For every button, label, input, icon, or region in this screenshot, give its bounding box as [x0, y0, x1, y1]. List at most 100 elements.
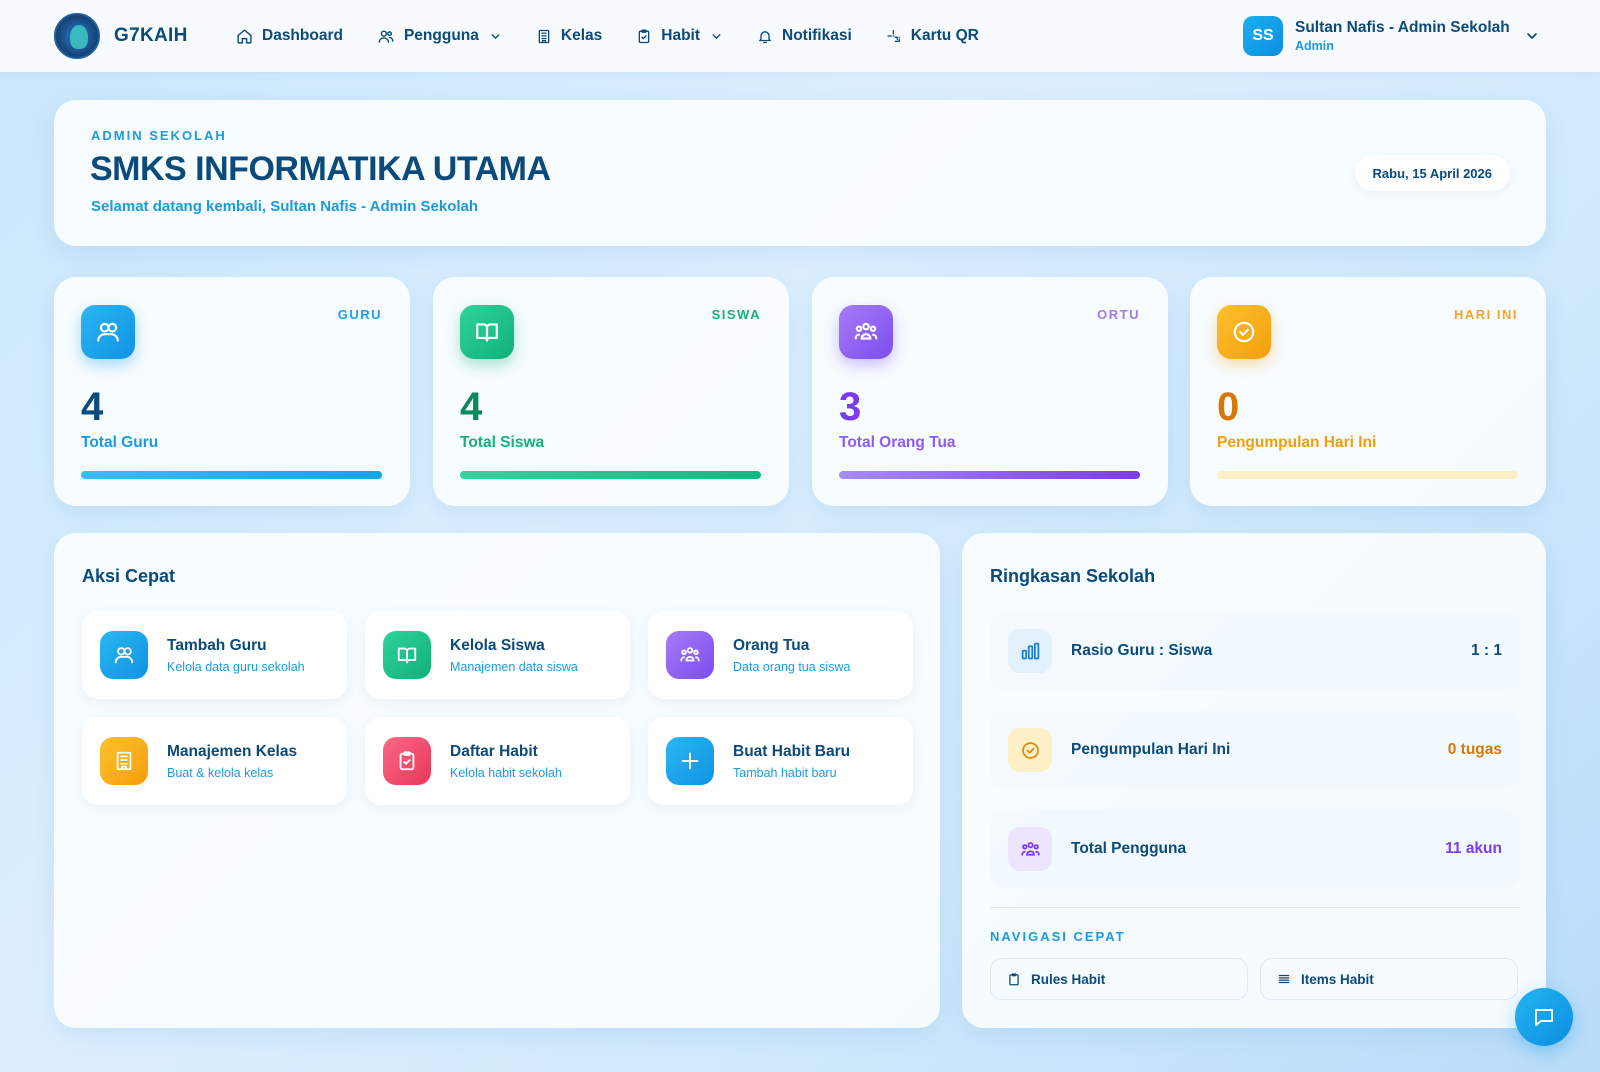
stat-progress-fill	[81, 471, 382, 479]
summary-label: Pengumpulan Hari Ini	[1071, 741, 1231, 758]
quick-action-title: Orang Tua	[733, 636, 810, 654]
nav-kartu-qr[interactable]: Kartu QR	[886, 27, 979, 45]
stat-progress-bar	[1217, 471, 1518, 479]
bar-chart-icon	[1008, 629, 1052, 673]
chevron-down-icon	[491, 33, 500, 39]
book-icon	[460, 305, 514, 359]
brand[interactable]: G7KAIH	[54, 13, 188, 59]
stat-label: Total Orang Tua	[839, 434, 956, 451]
nav-kelas[interactable]: Kelas	[536, 27, 602, 45]
stat-card-hari-ini: HARI INI 0 Pengumpulan Hari Ini	[1190, 277, 1546, 506]
nav-habit[interactable]: Habit	[636, 27, 723, 45]
stat-card-siswa: SISWA 4 Total Siswa	[433, 277, 789, 506]
summary-value: 0 tugas	[1447, 741, 1502, 758]
stat-progress-bar	[460, 471, 761, 479]
nav-kartu-qr-label: Kartu QR	[910, 27, 979, 44]
quick-action-subtitle: Data orang tua siswa	[733, 659, 851, 674]
quick-action-subtitle: Buat & kelola kelas	[167, 765, 274, 780]
avatar: SS	[1243, 16, 1283, 56]
stat-value: 0	[1217, 385, 1240, 429]
quick-action-subtitle: Tambah habit baru	[733, 765, 837, 780]
quick-action-daftar-habit[interactable]: Daftar Habit Kelola habit sekolah	[365, 717, 630, 805]
users-icon	[378, 29, 394, 43]
check-circle-icon	[1217, 305, 1271, 359]
stat-value: 4	[460, 385, 483, 429]
brand-name: G7KAIH	[114, 25, 188, 46]
school-summary-panel: Ringkasan Sekolah Rasio Guru : Siswa 1 :…	[962, 533, 1546, 1028]
chat-bubble-icon	[1535, 1009, 1553, 1026]
nav-notifikasi[interactable]: Notifikasi	[757, 27, 852, 45]
stat-card-ortu: ORTU 3 Total Orang Tua	[812, 277, 1168, 506]
family-icon	[1008, 827, 1052, 871]
book-icon	[383, 631, 431, 679]
summary-label: Total Pengguna	[1071, 840, 1187, 857]
chat-button[interactable]	[1515, 988, 1573, 1046]
quick-action-tambah-guru[interactable]: Tambah Guru Kelola data guru sekolah	[82, 611, 347, 699]
user-menu[interactable]: SS Sultan Nafis - Admin Sekolah Admin	[1243, 16, 1540, 56]
bell-icon	[758, 30, 772, 43]
items-habit-label: Items Habit	[1301, 971, 1374, 987]
building-icon	[100, 737, 148, 785]
family-icon	[839, 305, 893, 359]
stat-kicker: ORTU	[1097, 307, 1140, 322]
chevron-down-icon	[712, 33, 721, 39]
home-icon	[237, 28, 252, 44]
rules-habit-button[interactable]: Rules Habit	[990, 958, 1248, 1000]
school-header-card: ADMIN SEKOLAH SMKS INFORMATIKA UTAMA Sel…	[54, 100, 1546, 246]
stat-kicker: GURU	[337, 307, 382, 322]
divider	[990, 907, 1520, 908]
qr-scan-icon	[887, 30, 900, 42]
summary-row-users: Total Pengguna 11 akun	[990, 810, 1520, 888]
quick-action-title: Kelola Siswa	[450, 636, 545, 654]
stat-kicker: SISWA	[711, 307, 761, 322]
stat-progress-fill	[839, 471, 1140, 479]
stat-progress-fill	[460, 471, 761, 479]
family-icon	[666, 631, 714, 679]
top-navbar: G7KAIH Dashboard Pengguna Kelas Habit No…	[0, 0, 1600, 72]
nav-pengguna[interactable]: Pengguna	[377, 27, 502, 45]
plus-icon	[666, 737, 714, 785]
page-title: SMKS INFORMATIKA UTAMA	[90, 150, 551, 188]
user-name: Sultan Nafis - Admin Sekolah	[1295, 19, 1510, 36]
quick-nav-kicker: NAVIGASI CEPAT	[990, 929, 1126, 944]
nav-habit-label: Habit	[661, 27, 701, 44]
summary-value: 1 : 1	[1470, 642, 1502, 659]
main-menu: Dashboard Pengguna Kelas Habit Notifikas…	[236, 0, 1013, 72]
quick-action-title: Buat Habit Baru	[733, 742, 851, 760]
summary-value: 11 akun	[1445, 840, 1502, 857]
quick-action-subtitle: Kelola habit sekolah	[450, 765, 562, 780]
chevron-down-icon	[1526, 33, 1537, 40]
quick-actions-title: Aksi Cepat	[82, 566, 176, 586]
quick-action-title: Daftar Habit	[450, 742, 538, 760]
nav-dashboard[interactable]: Dashboard	[236, 27, 343, 45]
clipboard-check-icon	[383, 737, 431, 785]
quick-action-kelola-siswa[interactable]: Kelola Siswa Manajemen data siswa	[365, 611, 630, 699]
clipboard-check-icon	[638, 29, 650, 43]
quick-action-manajemen-kelas[interactable]: Manajemen Kelas Buat & kelola kelas	[82, 717, 347, 805]
quick-action-orang-tua[interactable]: Orang Tua Data orang tua siswa	[648, 611, 913, 699]
stat-progress-bar	[81, 471, 382, 479]
nav-pengguna-label: Pengguna	[403, 27, 479, 44]
summary-row-ratio: Rasio Guru : Siswa 1 : 1	[990, 612, 1520, 690]
stat-label: Pengumpulan Hari Ini	[1217, 434, 1377, 451]
summary-label: Rasio Guru : Siswa	[1071, 642, 1213, 659]
quick-action-subtitle: Kelola data guru sekolah	[167, 659, 305, 674]
stat-progress-bar	[839, 471, 1140, 479]
teacher-icon	[81, 305, 135, 359]
summary-title: Ringkasan Sekolah	[990, 566, 1156, 586]
quick-action-buat-habit-baru[interactable]: Buat Habit Baru Tambah habit baru	[648, 717, 913, 805]
nav-dashboard-label: Dashboard	[262, 27, 343, 44]
teacher-icon	[100, 631, 148, 679]
stat-card-guru: GURU 4 Total Guru	[54, 277, 410, 506]
nav-kelas-label: Kelas	[560, 27, 603, 44]
items-habit-button[interactable]: Items Habit	[1260, 958, 1518, 1000]
list-icon	[1278, 974, 1290, 984]
stat-value: 4	[81, 385, 104, 429]
quick-action-title: Tambah Guru	[167, 636, 267, 654]
rules-habit-label: Rules Habit	[1031, 971, 1106, 987]
quick-action-subtitle: Manajemen data siswa	[450, 659, 578, 674]
date-badge: Rabu, 15 April 2026	[1354, 155, 1510, 191]
stat-value: 3	[839, 385, 862, 429]
stat-label: Total Guru	[81, 434, 159, 451]
clipboard-icon	[1009, 972, 1019, 985]
